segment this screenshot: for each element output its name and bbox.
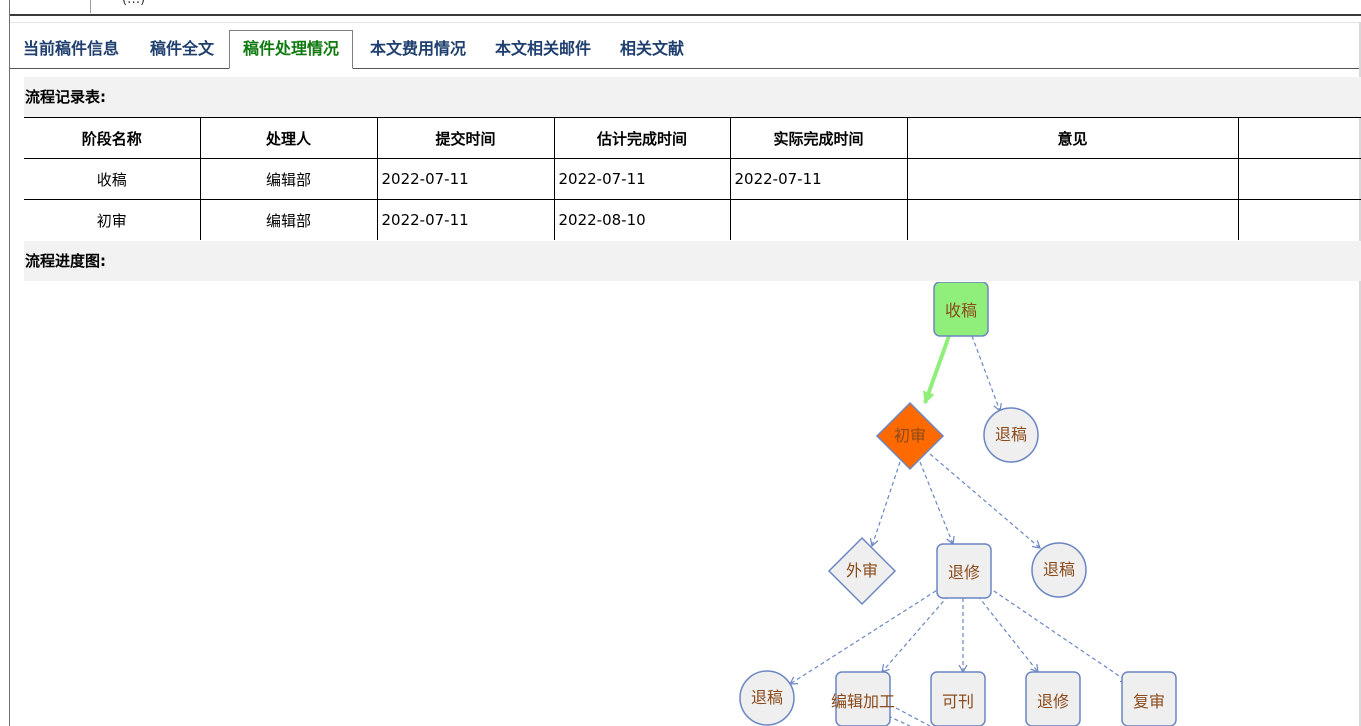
cell-estimated-finish: 2022-08-10 <box>554 199 731 240</box>
node-tuixiu-2[interactable]: 退修 <box>1025 671 1081 726</box>
records-section-title: 流程记录表: <box>24 77 1361 117</box>
svg-text:退稿: 退稿 <box>1043 560 1075 579</box>
tab-processing-status[interactable]: 稿件处理情况 <box>229 30 354 69</box>
flow-edges <box>788 335 1130 726</box>
node-waishen[interactable]: 外审 <box>827 536 897 606</box>
edge-tuixiu-bianji <box>881 595 949 673</box>
edge-shougao-chushen <box>923 335 951 404</box>
node-shougao[interactable]: 收稿 <box>933 282 989 337</box>
node-chushen[interactable]: 初审 <box>875 401 945 471</box>
svg-text:可刊: 可刊 <box>942 692 974 711</box>
node-tuixiu-1[interactable]: 退修 <box>936 543 992 599</box>
col-extra <box>1238 117 1361 159</box>
flow-section-title: 流程进度图: <box>24 241 1361 281</box>
edge-chushen-tuigao <box>929 453 1041 549</box>
svg-text:复审: 复审 <box>1133 692 1165 711</box>
col-submit-time: 提交时间 <box>377 117 555 159</box>
svg-text:退修: 退修 <box>948 563 980 582</box>
cell-stage: 收稿 <box>24 158 201 200</box>
cell-extra <box>1238 200 1361 241</box>
cell-extra <box>1238 158 1361 200</box>
tab-current-manuscript-info[interactable]: 当前稿件信息 <box>23 32 119 68</box>
top-strip-cell <box>10 0 91 13</box>
svg-text:退稿: 退稿 <box>995 425 1027 444</box>
cell-actual-finish <box>730 199 908 240</box>
cell-submit-time: 2022-07-11 <box>377 199 555 240</box>
cell-handler: 编辑部 <box>200 199 378 240</box>
edge-tuixiu-tuixiu <box>977 595 1039 673</box>
node-fushen[interactable]: 复审 <box>1121 671 1177 726</box>
col-actual-finish: 实际完成时间 <box>730 117 908 159</box>
tab-bar-baseline <box>10 68 1361 69</box>
tab-bar: 当前稿件信息 稿件全文 稿件处理情况 本文费用情况 本文相关邮件 相关文献 <box>10 22 1361 70</box>
svg-text:退修: 退修 <box>1037 692 1069 711</box>
col-handler: 处理人 <box>200 117 378 159</box>
tab-full-text[interactable]: 稿件全文 <box>150 32 214 68</box>
process-records-table: 阶段名称 处理人 提交时间 估计完成时间 实际完成时间 意见 收稿 编辑部 20… <box>24 117 1361 240</box>
col-stage-name: 阶段名称 <box>24 117 201 159</box>
edge-bianji-next-2 <box>895 707 931 726</box>
node-kekan[interactable]: 可刊 <box>930 671 986 726</box>
svg-text:收稿: 收稿 <box>945 301 977 320</box>
edge-bianji-next <box>887 715 911 726</box>
cell-estimated-finish: 2022-07-11 <box>554 158 731 200</box>
node-bianji[interactable]: 编辑加工 <box>831 671 895 726</box>
svg-text:编辑加工: 编辑加工 <box>831 692 895 711</box>
edge-chushen-waishen <box>869 461 901 548</box>
cell-handler: 编辑部 <box>200 158 378 200</box>
tab-related-literature[interactable]: 相关文献 <box>620 32 684 68</box>
tab-fee-status[interactable]: 本文费用情况 <box>370 32 466 68</box>
edge-tuixiu-tuigao <box>788 586 943 685</box>
table-header-row: 阶段名称 处理人 提交时间 估计完成时间 实际完成时间 意见 <box>24 117 1361 159</box>
node-tuigao-3[interactable]: 退稿 <box>739 670 795 726</box>
table-row: 收稿 编辑部 2022-07-11 2022-07-11 2022-07-11 <box>24 158 1361 200</box>
table-row: 初审 编辑部 2022-07-11 2022-08-10 <box>24 199 1361 241</box>
node-tuigao-1[interactable]: 退稿 <box>983 407 1039 463</box>
cell-actual-finish: 2022-07-11 <box>730 158 908 200</box>
cell-opinion <box>907 158 1239 200</box>
edge-shougao-tuigao <box>971 335 1002 413</box>
tab-related-emails[interactable]: 本文相关邮件 <box>495 32 591 68</box>
cell-stage: 初审 <box>24 199 201 240</box>
top-divider <box>10 14 1361 16</box>
col-opinion: 意见 <box>907 117 1239 159</box>
top-strip: (…) <box>10 0 1361 14</box>
svg-text:初审: 初审 <box>894 426 926 445</box>
top-strip-fragment: (…) <box>122 0 145 7</box>
process-flow-diagram: 收稿 退稿 初审 外审 退修 退稿 退稿 编辑加工 可刊 退修 复审 <box>739 282 1177 726</box>
node-tuigao-2[interactable]: 退稿 <box>1031 542 1087 598</box>
svg-text:外审: 外审 <box>846 561 878 580</box>
cell-opinion <box>907 199 1239 240</box>
col-estimated-finish: 估计完成时间 <box>554 117 731 159</box>
edge-chushen-tuixiu <box>919 461 955 546</box>
cell-submit-time: 2022-07-11 <box>377 158 555 200</box>
svg-text:退稿: 退稿 <box>751 688 783 707</box>
